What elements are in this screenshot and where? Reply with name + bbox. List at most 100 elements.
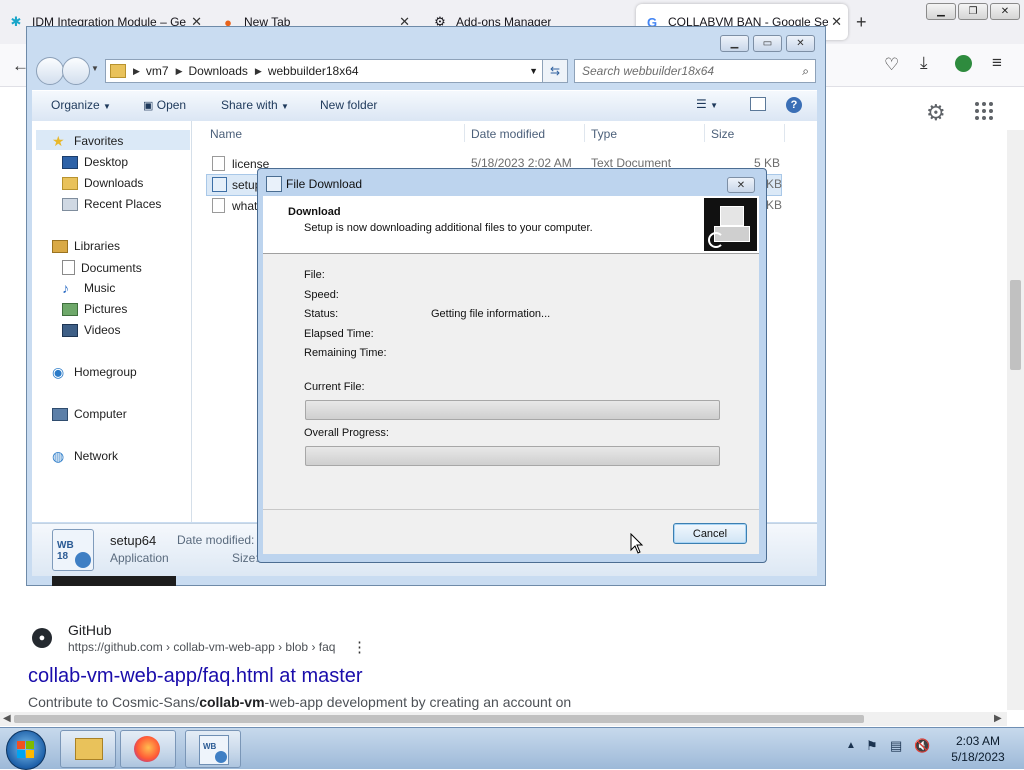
taskbar-firefox-button[interactable] bbox=[120, 730, 176, 768]
close-tab-icon[interactable]: ✕ bbox=[831, 14, 842, 30]
webbuilder-taskbar-icon: WB bbox=[199, 735, 229, 765]
network-tray-icon[interactable]: ▤ bbox=[890, 738, 902, 754]
explorer-folder-icon bbox=[75, 738, 103, 760]
nav-pictures[interactable]: Pictures bbox=[62, 302, 127, 316]
address-bar[interactable]: ▶ vm7 ▶ Downloads ▶ webbuilder18x64 ▼ bbox=[105, 59, 545, 83]
nav-libraries[interactable]: Libraries bbox=[52, 239, 120, 253]
result-site-name: GitHub bbox=[68, 622, 112, 638]
nav-documents[interactable]: Documents bbox=[62, 260, 142, 275]
result-url: https://github.com › collab-vm-web-app ›… bbox=[68, 640, 336, 654]
google-apps-icon[interactable] bbox=[975, 102, 993, 120]
scroll-left-icon[interactable]: ◀ bbox=[3, 713, 11, 724]
download-computer-icon bbox=[704, 198, 757, 251]
taskbar-explorer-button[interactable] bbox=[60, 730, 116, 768]
menu-icon[interactable]: ≡ bbox=[992, 53, 1002, 73]
preview-pane-icon[interactable] bbox=[750, 97, 766, 111]
help-icon[interactable]: ? bbox=[786, 97, 802, 113]
open-icon: ▣ bbox=[143, 100, 154, 112]
breadcrumb-downloads[interactable]: Downloads bbox=[189, 64, 248, 78]
vertical-scroll-thumb[interactable] bbox=[1010, 280, 1021, 370]
dialog-subheading: Setup is now downloading additional file… bbox=[304, 222, 593, 234]
result-title-link[interactable]: collab-vm-web-app/faq.html at master bbox=[28, 665, 363, 688]
close-browser-button[interactable]: ✕ bbox=[990, 3, 1020, 20]
volume-muted-icon[interactable]: 🔇 bbox=[914, 738, 930, 754]
new-folder-button[interactable]: New folder bbox=[320, 98, 377, 112]
address-dropdown-icon[interactable]: ▼ bbox=[529, 66, 538, 76]
nav-videos[interactable]: Videos bbox=[62, 323, 120, 337]
settings-gear-icon[interactable]: ⚙ bbox=[926, 100, 946, 126]
download-icon[interactable]: ⤓ bbox=[920, 53, 928, 73]
minimize-browser-button[interactable]: ▁ bbox=[926, 3, 956, 20]
details-file-type: Application bbox=[110, 551, 169, 565]
nav-recent-places[interactable]: Recent Places bbox=[62, 197, 161, 211]
restore-browser-button[interactable]: ❐ bbox=[958, 3, 988, 20]
status-label: Status: bbox=[304, 308, 339, 320]
nav-desktop[interactable]: Desktop bbox=[62, 155, 128, 169]
status-value: Getting file information... bbox=[431, 308, 551, 320]
nav-computer[interactable]: Computer bbox=[52, 407, 127, 421]
clock-time: 2:03 AM bbox=[955, 734, 1001, 748]
maximize-explorer-button[interactable]: ▭ bbox=[753, 35, 782, 52]
explorer-search-input[interactable]: Search webbuilder18x64 ⌕ bbox=[574, 59, 816, 83]
taskbar-clock[interactable]: 2:03 AM 5/18/2023 bbox=[938, 733, 1018, 765]
nav-network[interactable]: ◍ Network bbox=[52, 449, 118, 463]
nav-homegroup[interactable]: ◉ Homegroup bbox=[52, 365, 137, 379]
nav-favorites[interactable]: ★ Favorites bbox=[52, 134, 123, 148]
cancel-button[interactable]: Cancel bbox=[673, 523, 747, 544]
share-with-button[interactable]: Share with ▼ bbox=[221, 98, 289, 112]
column-size[interactable]: Size bbox=[711, 127, 734, 141]
open-button[interactable]: ▣ Open bbox=[143, 98, 186, 112]
speed-label: Speed: bbox=[304, 289, 339, 301]
music-icon: ♪ bbox=[62, 280, 69, 296]
column-name[interactable]: Name bbox=[210, 127, 242, 141]
desktop-icon bbox=[62, 155, 78, 169]
clock-date: 5/18/2023 bbox=[951, 750, 1005, 764]
view-options-icon[interactable]: ☰ ▼ bbox=[696, 97, 718, 111]
breadcrumb-webbuilder[interactable]: webbuilder18x64 bbox=[268, 64, 359, 78]
close-explorer-button[interactable]: ✕ bbox=[786, 35, 815, 52]
search-icon: ⌕ bbox=[802, 63, 809, 78]
pocket-icon[interactable]: ♡ bbox=[884, 55, 899, 75]
explorer-back-button[interactable] bbox=[36, 57, 64, 85]
network-icon: ◍ bbox=[52, 448, 65, 464]
elapsed-time-label: Elapsed Time: bbox=[304, 328, 374, 340]
horizontal-scroll-thumb[interactable] bbox=[14, 715, 864, 723]
setup-icon bbox=[266, 176, 282, 192]
firefox-icon bbox=[134, 736, 160, 762]
recent-places-icon bbox=[62, 197, 78, 211]
breadcrumb-vm7[interactable]: vm7 bbox=[146, 64, 169, 78]
column-type[interactable]: Type bbox=[591, 127, 617, 141]
vertical-scrollbar[interactable] bbox=[1007, 130, 1024, 710]
minimize-explorer-button[interactable]: ▁ bbox=[720, 35, 749, 52]
explorer-forward-button[interactable] bbox=[62, 57, 90, 85]
dialog-close-button[interactable]: ✕ bbox=[727, 177, 755, 193]
action-center-flag-icon[interactable]: ⚑ bbox=[866, 738, 878, 754]
file-row-setup[interactable]: setup bbox=[212, 177, 261, 192]
nav-downloads[interactable]: Downloads bbox=[62, 176, 143, 190]
column-date-modified[interactable]: Date modified bbox=[471, 127, 545, 141]
horizontal-scrollbar[interactable]: ◀ ▶ bbox=[0, 712, 1007, 726]
show-hidden-icons[interactable]: ▲ bbox=[846, 740, 856, 751]
more-options-icon[interactable]: ⋮ bbox=[352, 638, 367, 656]
libraries-icon bbox=[52, 239, 68, 253]
current-file-label: Current File: bbox=[304, 381, 365, 393]
nav-music[interactable]: ♪ Music bbox=[62, 281, 115, 295]
start-button[interactable] bbox=[6, 730, 46, 770]
refresh-icon[interactable]: ⇆ bbox=[542, 59, 568, 83]
computer-icon bbox=[52, 407, 68, 421]
webbuilder-app-icon: WB 18 bbox=[52, 529, 94, 571]
installer-icon bbox=[212, 177, 227, 192]
organize-button[interactable]: Organize ▼ bbox=[51, 98, 111, 112]
taskbar-setup-button[interactable]: WB bbox=[185, 730, 241, 768]
details-size-label: Size: bbox=[232, 551, 259, 565]
github-logo-icon: ● bbox=[32, 628, 52, 648]
extension-icon[interactable] bbox=[955, 55, 972, 72]
remaining-time-label: Remaining Time: bbox=[304, 347, 387, 359]
new-tab-button[interactable]: + bbox=[856, 12, 867, 33]
folder-icon bbox=[110, 64, 126, 78]
thumbnail-strip bbox=[52, 576, 176, 586]
file-row-whatsnew[interactable]: what bbox=[212, 198, 257, 213]
recent-pages-icon[interactable]: ▼ bbox=[91, 64, 99, 73]
scroll-right-icon[interactable]: ▶ bbox=[994, 713, 1002, 724]
videos-icon bbox=[62, 323, 78, 337]
